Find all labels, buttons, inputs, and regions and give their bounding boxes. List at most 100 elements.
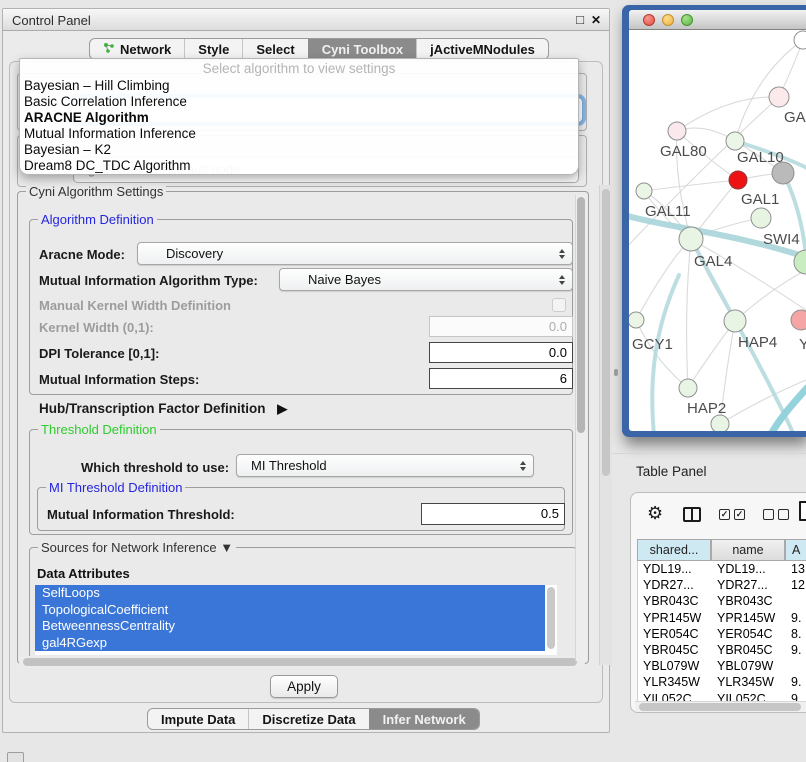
table-cell[interactable]: YBR043C xyxy=(638,593,712,609)
split-columns-icon[interactable] xyxy=(683,507,701,522)
table-cell[interactable]: YER054C xyxy=(638,626,712,642)
network-graph[interactable]: GALGAL80GAL10GAL1SWI4GAL11GAL4GCY1HAP4YH… xyxy=(629,10,806,431)
minimize-traffic-light-icon[interactable] xyxy=(662,14,674,26)
network-node[interactable] xyxy=(772,162,794,184)
manual-kernel-width-checkbox[interactable] xyxy=(552,298,566,312)
mi-threshold-field[interactable]: 0.5 xyxy=(421,503,565,525)
table-row[interactable]: YDL19...YDL19...13 xyxy=(638,561,806,577)
table-row[interactable]: YPR145WYPR145W9. xyxy=(638,610,806,626)
gear-icon[interactable]: ⚙ xyxy=(647,503,663,524)
network-node[interactable] xyxy=(629,312,644,328)
tab-network[interactable]: Network xyxy=(90,39,184,59)
network-node[interactable] xyxy=(794,31,806,49)
checked-checkbox-icon[interactable]: ✓ xyxy=(734,509,745,520)
table-cell[interactable]: YPR145W xyxy=(712,610,786,626)
table-row[interactable]: YBR045CYBR045C9. xyxy=(638,642,806,658)
table-cell[interactable]: YPR145W xyxy=(638,610,712,626)
collapse-down-icon[interactable]: ▼ xyxy=(220,540,233,555)
network-window-titlebar[interactable] xyxy=(629,10,806,30)
splitter-handle[interactable] xyxy=(614,369,618,376)
attributes-scrollbar-thumb[interactable] xyxy=(547,587,555,649)
network-node[interactable] xyxy=(679,227,703,251)
network-node[interactable] xyxy=(791,310,806,330)
table-cell[interactable]: YBR043C xyxy=(712,593,786,609)
collapsed-panel-icon[interactable] xyxy=(7,752,24,762)
tab-impute-data[interactable]: Impute Data xyxy=(148,709,248,729)
algorithm-option[interactable]: ARACNE Algorithm xyxy=(20,110,578,126)
checked-checkbox-icon[interactable]: ✓ xyxy=(719,509,730,520)
document-icon[interactable] xyxy=(799,501,806,521)
table-cell[interactable]: YDR27... xyxy=(638,577,712,593)
network-node[interactable] xyxy=(724,310,746,332)
table-cell[interactable]: YER054C xyxy=(712,626,786,642)
tab-select[interactable]: Select xyxy=(242,39,307,59)
table-cell[interactable]: YBR045C xyxy=(638,642,712,658)
close-traffic-light-icon[interactable] xyxy=(643,14,655,26)
table-row[interactable]: YDR27...YDR27...12 xyxy=(638,577,806,593)
table-cell[interactable]: 8. xyxy=(786,626,806,642)
table-cell[interactable]: YBR045C xyxy=(712,642,786,658)
algorithm-option[interactable]: Bayesian – Hill Climbing xyxy=(20,78,578,94)
table-cell[interactable]: YLR345W xyxy=(712,674,786,690)
network-node[interactable] xyxy=(636,183,652,199)
unchecked-checkbox-icon[interactable] xyxy=(763,509,774,520)
table-hscrollbar-thumb[interactable] xyxy=(639,703,801,711)
tab-cyni-toolbox[interactable]: Cyni Toolbox xyxy=(308,39,416,59)
close-icon[interactable]: ✕ xyxy=(591,13,601,27)
table-cell[interactable]: 12 xyxy=(786,577,806,593)
network-node[interactable] xyxy=(711,415,729,431)
data-attribute-item[interactable]: gal4RGexp xyxy=(35,635,545,652)
table-cell[interactable]: YBL079W xyxy=(712,658,786,674)
column-header-a[interactable]: A xyxy=(785,539,806,561)
data-attribute-item[interactable]: SelfLoops xyxy=(35,585,545,602)
dpi-tolerance-field[interactable]: 0.0 xyxy=(429,342,573,363)
apply-button[interactable]: Apply xyxy=(270,675,338,698)
network-node[interactable] xyxy=(729,171,747,189)
table-cell[interactable] xyxy=(786,593,806,609)
float-window-icon[interactable]: □ xyxy=(576,12,584,27)
tab-jactivemnodules[interactable]: jActiveMNodules xyxy=(416,39,548,59)
table-cell[interactable]: 13 xyxy=(786,561,806,577)
algorithm-option[interactable]: Dream8 DC_TDC Algorithm xyxy=(20,158,578,174)
tab-style[interactable]: Style xyxy=(184,39,242,59)
settings-hscrollbar-thumb[interactable] xyxy=(23,658,577,666)
mi-algorithm-type-combobox[interactable]: Naive Bayes xyxy=(279,268,573,291)
which-threshold-combobox[interactable]: MI Threshold xyxy=(236,454,534,477)
zoom-traffic-light-icon[interactable] xyxy=(681,14,693,26)
table-cell[interactable]: YLR345W xyxy=(638,674,712,690)
data-attribute-item[interactable]: BetweennessCentrality xyxy=(35,618,545,635)
table-cell[interactable]: 9. xyxy=(786,610,806,626)
network-node[interactable] xyxy=(751,208,771,228)
data-attribute-item[interactable]: TopologicalCoefficient xyxy=(35,602,545,619)
tab-infer-network[interactable]: Infer Network xyxy=(369,709,479,729)
table-cell[interactable] xyxy=(786,658,806,674)
table-cell[interactable]: YDL19... xyxy=(712,561,786,577)
table-row[interactable]: YBL079WYBL079W xyxy=(638,658,806,674)
table-row[interactable]: YBR043CYBR043C xyxy=(638,593,806,609)
settings-vscrollbar-thumb[interactable] xyxy=(577,197,585,433)
table-cell[interactable]: 9. xyxy=(786,674,806,690)
algorithm-option[interactable]: Mutual Information Inference xyxy=(20,126,578,142)
kernel-width-field[interactable]: 0.0 xyxy=(429,316,573,337)
network-node[interactable] xyxy=(726,132,744,150)
algorithm-option[interactable]: Basic Correlation Inference xyxy=(20,94,578,110)
algorithm-option[interactable]: Bayesian – K2 xyxy=(20,142,578,158)
unchecked-checkbox-icon[interactable] xyxy=(778,509,789,520)
table-cell[interactable]: YDL19... xyxy=(638,561,712,577)
column-header-name[interactable]: name xyxy=(711,539,785,561)
table-row[interactable]: YLR345WYLR345W9. xyxy=(638,674,806,690)
panel-vscrollbar-thumb[interactable] xyxy=(602,189,610,476)
aracne-mode-combobox[interactable]: Discovery xyxy=(137,242,573,265)
tab-discretize-data[interactable]: Discretize Data xyxy=(248,709,368,729)
column-header-shared-name[interactable]: shared... xyxy=(637,539,711,561)
table-cell[interactable]: YBL079W xyxy=(638,658,712,674)
table-row[interactable]: YER054CYER054C8. xyxy=(638,626,806,642)
mi-steps-field[interactable]: 6 xyxy=(429,368,573,389)
network-node[interactable] xyxy=(679,379,697,397)
network-node[interactable] xyxy=(769,87,789,107)
table-cell[interactable]: 9. xyxy=(786,642,806,658)
table-cell[interactable]: YDR27... xyxy=(712,577,786,593)
network-node[interactable] xyxy=(668,122,686,140)
hub-definition-expander[interactable]: Hub/Transcription Factor Definition ▶ xyxy=(39,401,287,417)
network-view-canvas[interactable]: GALGAL80GAL10GAL1SWI4GAL11GAL4GCY1HAP4YH… xyxy=(629,10,806,431)
